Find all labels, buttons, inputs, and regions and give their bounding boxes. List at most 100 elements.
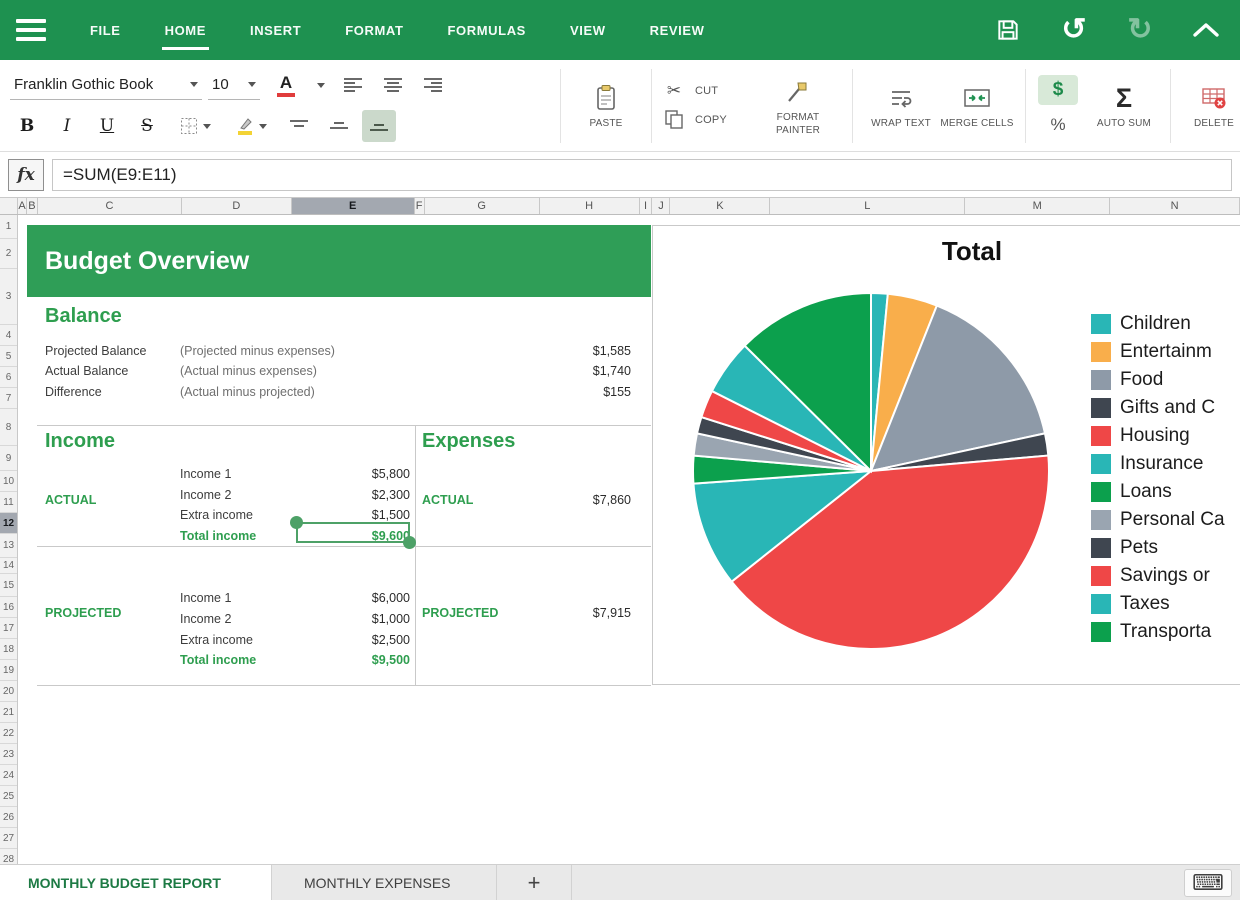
currency-format-button[interactable]: $ xyxy=(1038,74,1078,105)
row-header-1[interactable]: 1 xyxy=(0,215,17,239)
font-family-select[interactable]: Franklin Gothic Book xyxy=(10,70,202,100)
row-header-8[interactable]: 8 xyxy=(0,409,17,446)
row-header-12[interactable]: 12 xyxy=(0,513,17,534)
column-header-N[interactable]: N xyxy=(1110,198,1240,214)
expenses-heading[interactable]: Expenses xyxy=(422,430,515,453)
column-header-F[interactable]: F xyxy=(415,198,425,214)
highlight-color-button[interactable] xyxy=(226,110,276,142)
font-size-select[interactable]: 10 xyxy=(208,70,260,100)
merge-cells-button[interactable]: MERGE CELLS xyxy=(939,81,1015,130)
row-header-3[interactable]: 3 xyxy=(0,269,17,325)
menu-tab-file[interactable]: FILE xyxy=(90,0,121,60)
add-sheet-button[interactable]: + xyxy=(497,865,572,900)
column-header-C[interactable]: C xyxy=(38,198,182,214)
row-header-10[interactable]: 10 xyxy=(0,471,17,492)
row-header-5[interactable]: 5 xyxy=(0,346,17,367)
valign-top-button[interactable] xyxy=(282,110,316,142)
format-painter-button[interactable]: FORMAT PAINTER xyxy=(754,75,842,137)
font-color-dropdown[interactable] xyxy=(312,69,330,101)
tab-monthly-budget-report[interactable]: MONTHLY BUDGET REPORT xyxy=(0,865,272,900)
row-header-24[interactable]: 24 xyxy=(0,765,17,786)
sheet-body[interactable]: 1 2 3 4 5 6 7 8 9 10 11 12 13 14 15 16 17 18 19 20 21 22 23 24 2… xyxy=(0,215,1240,864)
income-row[interactable]: Extra income $2,500 xyxy=(180,631,410,648)
formula-input[interactable]: =SUM(E9:E11) xyxy=(52,158,1232,191)
row-header-2[interactable]: 2 xyxy=(0,239,17,269)
row-header-6[interactable]: 6 xyxy=(0,367,17,388)
cells-area[interactable]: Budget Overview Balance Projected Balanc… xyxy=(18,215,1240,864)
cut-button[interactable]: ✂ CUT xyxy=(662,81,754,101)
undo-icon[interactable]: ↺ xyxy=(1056,12,1092,48)
align-center-button[interactable] xyxy=(376,69,410,101)
wrap-text-button[interactable]: WRAP TEXT xyxy=(863,81,939,130)
cell-selection[interactable] xyxy=(290,516,416,549)
pie-chart-object[interactable]: Total Children Entertainm Food Gifts and CH… xyxy=(652,225,1240,685)
income-row[interactable]: Income 2 $1,000 xyxy=(180,610,410,627)
expenses-actual-value[interactable]: $7,860 xyxy=(593,493,631,507)
row-header-25[interactable]: 25 xyxy=(0,786,17,807)
balance-row[interactable]: Actual Balance (Actual minus expenses) $… xyxy=(45,362,631,379)
row-header-21[interactable]: 21 xyxy=(0,702,17,723)
menu-tab-view[interactable]: VIEW xyxy=(570,0,606,60)
strikethrough-button[interactable]: S xyxy=(130,110,164,142)
column-header-I[interactable]: I xyxy=(640,198,653,214)
balance-row[interactable]: Projected Balance (Projected minus expen… xyxy=(45,342,631,359)
save-icon[interactable] xyxy=(990,12,1026,48)
selection-handle-bottom-right[interactable] xyxy=(403,536,416,549)
column-header-A[interactable]: A xyxy=(18,198,27,214)
income-projected-label[interactable]: PROJECTED xyxy=(45,606,121,620)
budget-title-banner[interactable]: Budget Overview xyxy=(27,225,651,297)
selection-handle-top-left[interactable] xyxy=(290,516,303,529)
budget-overview-card[interactable]: Budget Overview Balance Projected Balanc… xyxy=(27,225,651,686)
menu-tab-format[interactable]: FORMAT xyxy=(345,0,403,60)
balance-heading[interactable]: Balance xyxy=(45,305,122,328)
column-header-K[interactable]: K xyxy=(670,198,771,214)
column-header-B[interactable]: B xyxy=(27,198,38,214)
income-row[interactable]: Income 1 $5,800 xyxy=(180,465,410,482)
align-right-button[interactable] xyxy=(416,69,450,101)
income-row[interactable]: Total income $9,500 xyxy=(180,651,410,668)
menu-tab-formulas[interactable]: FORMULAS xyxy=(448,0,526,60)
tab-monthly-expenses[interactable]: MONTHLY EXPENSES xyxy=(272,865,497,900)
menu-tab-review[interactable]: REVIEW xyxy=(650,0,705,60)
row-header-15[interactable]: 15 xyxy=(0,574,17,597)
column-header-J[interactable]: J xyxy=(652,198,671,214)
row-header-14[interactable]: 14 xyxy=(0,558,17,574)
align-left-button[interactable] xyxy=(336,69,370,101)
menu-tab-insert[interactable]: INSERT xyxy=(250,0,301,60)
row-header-23[interactable]: 23 xyxy=(0,744,17,765)
row-header-9[interactable]: 9 xyxy=(0,446,17,471)
row-header-20[interactable]: 20 xyxy=(0,681,17,702)
income-heading[interactable]: Income xyxy=(45,430,115,453)
column-header-H[interactable]: H xyxy=(540,198,640,214)
paste-button[interactable]: PASTE xyxy=(571,81,641,130)
valign-middle-button[interactable] xyxy=(322,110,356,142)
row-header-16[interactable]: 16 xyxy=(0,597,17,618)
copy-button[interactable]: COPY xyxy=(662,109,754,130)
select-all-corner[interactable] xyxy=(0,198,18,214)
italic-button[interactable]: I xyxy=(50,110,84,142)
row-header-13[interactable]: 13 xyxy=(0,534,17,558)
row-header-27[interactable]: 27 xyxy=(0,828,17,849)
keyboard-toggle-button[interactable]: ⌨ xyxy=(1184,868,1232,897)
hamburger-menu-icon[interactable] xyxy=(16,19,46,41)
column-header-D[interactable]: D xyxy=(182,198,292,214)
column-header-L[interactable]: L xyxy=(770,198,966,214)
fx-button[interactable]: fx xyxy=(8,158,44,191)
delete-button[interactable]: DELETE xyxy=(1181,81,1240,130)
income-row[interactable]: Income 2 $2,300 xyxy=(180,486,410,503)
expenses-projected-value[interactable]: $7,915 xyxy=(593,606,631,620)
column-header-M[interactable]: M xyxy=(965,198,1111,214)
expenses-projected-label[interactable]: PROJECTED xyxy=(422,606,498,620)
autosum-button[interactable]: Σ AUTO SUM xyxy=(1088,81,1160,130)
valign-bottom-button[interactable] xyxy=(362,110,396,142)
column-header-G[interactable]: G xyxy=(425,198,540,214)
collapse-ribbon-icon[interactable] xyxy=(1188,12,1224,48)
balance-row[interactable]: Difference (Actual minus projected) $155 xyxy=(45,383,631,400)
menu-tab-home[interactable]: HOME xyxy=(161,0,210,60)
percent-format-button[interactable]: % xyxy=(1050,113,1065,137)
row-header-7[interactable]: 7 xyxy=(0,388,17,409)
row-header-18[interactable]: 18 xyxy=(0,639,17,660)
row-header-11[interactable]: 11 xyxy=(0,492,17,513)
font-color-button[interactable]: A xyxy=(266,69,306,101)
expenses-actual-label[interactable]: ACTUAL xyxy=(422,493,473,507)
